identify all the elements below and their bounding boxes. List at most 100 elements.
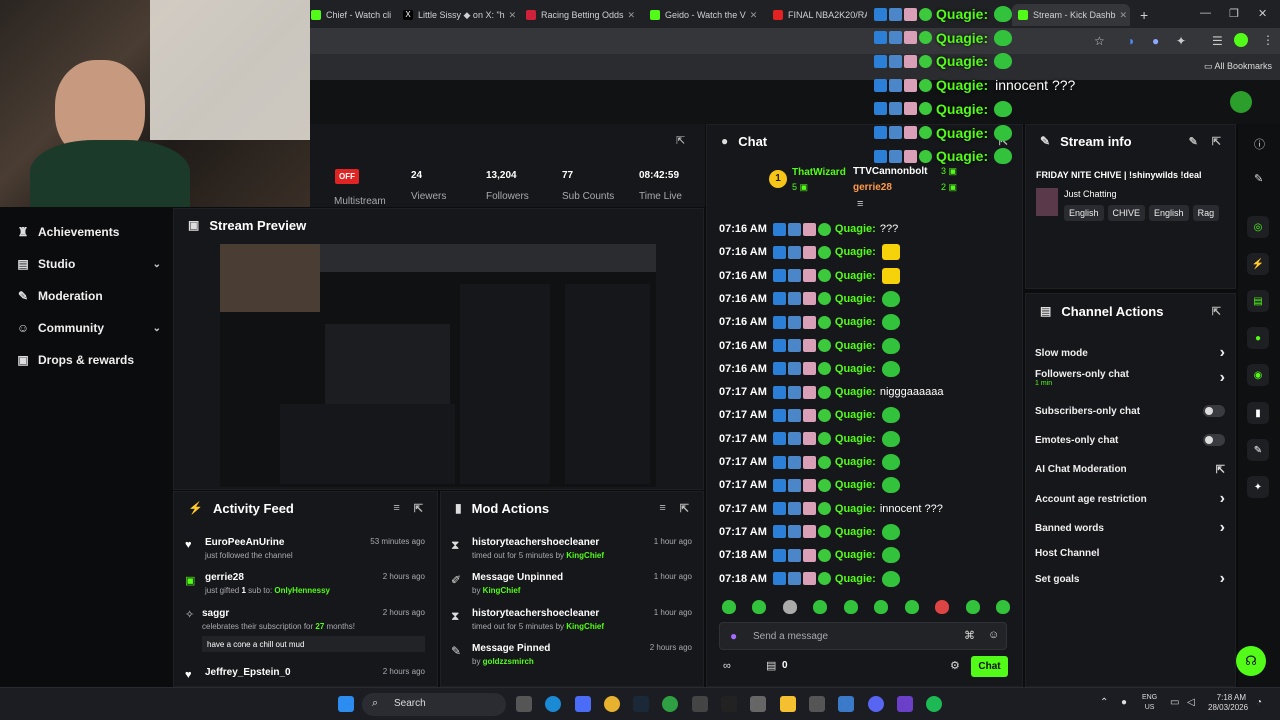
mic-tray-icon[interactable]: ● (1121, 697, 1127, 708)
leader-name[interactable]: gerrie28 (853, 182, 892, 193)
window-close-icon[interactable]: ✕ (1258, 7, 1267, 20)
popout-icon[interactable]: ⇱ (414, 502, 423, 515)
tray-chevron-icon[interactable]: ⌃ (1100, 697, 1108, 708)
toggle-switch[interactable] (1203, 405, 1225, 417)
channel-action-host-channel[interactable]: Host Channel (1035, 543, 1225, 563)
emote-picker-icon[interactable] (722, 600, 736, 614)
discord-icon[interactable] (868, 696, 884, 712)
expand-leaderboard-icon[interactable]: ≡ (857, 198, 863, 210)
epic-games-icon[interactable] (721, 696, 737, 712)
popout-icon[interactable]: ⇱ (676, 134, 685, 147)
chat-send-button[interactable]: Chat (971, 656, 1008, 677)
stream-tag[interactable]: English (1064, 205, 1104, 221)
minimize-icon[interactable]: — (1200, 7, 1211, 19)
all-bookmarks-link[interactable]: ▭ All Bookmarks (1204, 61, 1272, 72)
sidebar-item-achievements[interactable]: ♜ Achievements (16, 222, 161, 242)
leader-name[interactable]: ThatWizard (792, 167, 846, 178)
toggle-switch[interactable] (1203, 434, 1225, 446)
task-view-icon[interactable] (516, 696, 532, 712)
rail-puzzle-icon[interactable]: ✦ (1247, 476, 1269, 498)
sidebar-item-moderation[interactable]: ✎ Moderation (16, 286, 161, 306)
store-icon[interactable] (809, 696, 825, 712)
chat-username[interactable]: Quagie: (835, 270, 876, 282)
taskbar-search[interactable]: ⌕ Search (362, 693, 506, 716)
chat-username[interactable]: Quagie: (835, 456, 876, 468)
channel-action-ai-chat-moderation[interactable]: AI Chat Moderation ⇱ (1035, 459, 1225, 479)
chat-username[interactable]: Quagie: (835, 479, 876, 491)
tab-2[interactable]: Racing Betting Odds ✕ (520, 4, 638, 26)
tab-4[interactable]: FINAL NBA2K20/RAG (767, 4, 867, 26)
network-icon[interactable]: ▭ (1170, 697, 1179, 708)
info-icon[interactable]: ⓘ (1254, 136, 1265, 152)
channel-action-emotes-only-chat[interactable]: Emotes-only chat (1035, 430, 1225, 450)
category-name[interactable]: Just Chatting (1064, 189, 1117, 199)
xbox-icon[interactable] (662, 696, 678, 712)
popout-icon[interactable]: ⇱ (1212, 305, 1221, 318)
popout-icon[interactable]: ⇱ (680, 502, 689, 515)
stream-preview-video[interactable] (220, 244, 656, 487)
close-tab-icon[interactable]: ✕ (624, 10, 636, 21)
emote-picker-icon[interactable] (995, 600, 1010, 614)
rail-shield-icon[interactable]: ▮ (1247, 402, 1269, 424)
chat-username[interactable]: Quagie: (835, 549, 876, 561)
restore-icon[interactable]: ❐ (1229, 7, 1239, 20)
emote-picker-icon[interactable] (752, 600, 767, 614)
multistream-label[interactable]: Multistream (334, 196, 386, 207)
rail-wrench-icon[interactable]: ✎ (1247, 439, 1269, 461)
filter-icon[interactable]: ≡ (393, 502, 399, 515)
rail-chat-icon[interactable]: ● (1247, 327, 1269, 349)
stream-tag[interactable]: CHIVE (1107, 205, 1146, 221)
emote-picker-icon[interactable] (843, 600, 858, 614)
sidebar-item-drops[interactable]: ▣ Drops & rewards (16, 350, 161, 370)
tab-5-active[interactable]: Stream - Kick Dashb ✕ (1012, 4, 1130, 26)
channel-action-subscribers-only-chat[interactable]: Subscribers-only chat (1035, 401, 1225, 421)
menu-dots-icon[interactable]: ⋮ (1262, 33, 1274, 47)
profile-avatar[interactable] (1234, 33, 1248, 47)
extension-icon[interactable]: ◗ (1128, 34, 1135, 48)
channel-action-set-goals[interactable]: Set goals › (1035, 569, 1225, 589)
rail-doc-icon[interactable]: ▤ (1247, 290, 1269, 312)
chat-username[interactable]: Quagie: (835, 340, 876, 352)
close-tab-icon[interactable]: ✕ (746, 10, 758, 21)
notification-bell-icon[interactable]: ◔ (1256, 697, 1262, 708)
chat-username[interactable]: Quagie: (835, 409, 876, 421)
system-clock[interactable]: 7:18 AM 28/03/2026 (1208, 693, 1248, 713)
rail-camera-icon[interactable]: ◎ (1247, 216, 1269, 238)
mic-icon[interactable]: ● (730, 629, 737, 643)
obs-icon[interactable] (897, 696, 913, 712)
chat-username[interactable]: Quagie: (835, 573, 876, 585)
tab-1[interactable]: X Little Sissy ◆ on X: "h ✕ (397, 4, 515, 26)
emote-picker-icon[interactable] (935, 600, 950, 614)
extensions-puzzle-icon[interactable]: ✦ (1176, 34, 1186, 48)
chat-username[interactable]: Quagie: (835, 503, 876, 515)
close-tab-icon[interactable]: ✕ (1116, 10, 1128, 21)
close-tab-icon[interactable]: ✕ (505, 10, 515, 21)
popout-icon[interactable]: ⇱ (1212, 135, 1221, 148)
chrome-icon[interactable] (604, 696, 620, 712)
emote-picker-icon[interactable] (874, 600, 889, 614)
tab-search-icon[interactable]: ☰ (1212, 34, 1223, 48)
edit-icon[interactable]: ✎ (1189, 135, 1198, 148)
settings-icon[interactable] (750, 696, 766, 712)
chat-username[interactable]: Quagie: (835, 386, 876, 398)
channel-action-slow-mode[interactable]: Slow mode › (1035, 343, 1225, 363)
channel-action-account-age-restriction[interactable]: Account age restriction › (1035, 489, 1225, 509)
commands-icon[interactable]: ⌘ (964, 629, 975, 642)
leader-name[interactable]: TTVCannonbolt (853, 166, 927, 177)
sidebar-item-studio[interactable]: ▤ Studio ⌄ (16, 254, 161, 274)
chat-username[interactable]: Quagie: (835, 246, 876, 258)
infinity-icon[interactable]: ∞ (723, 660, 731, 672)
windows-start-icon[interactable] (338, 696, 354, 712)
settings-gear-icon[interactable]: ⚙ (950, 659, 960, 672)
emote-picker-icon[interactable] (782, 600, 797, 614)
emoji-icon[interactable]: ☺ (988, 629, 999, 641)
emote-picker-icon[interactable] (965, 600, 980, 614)
star-icon[interactable]: ☆ (1094, 34, 1105, 48)
app-icon[interactable] (838, 696, 854, 712)
chat-username[interactable]: Quagie: (835, 316, 876, 328)
app-icon[interactable] (575, 696, 591, 712)
stream-tag[interactable]: Rag (1192, 205, 1220, 221)
chat-username[interactable]: Quagie: (835, 223, 876, 235)
language-indicator[interactable]: ENG US (1142, 693, 1157, 713)
filter-icon[interactable]: ≡ (659, 502, 665, 515)
